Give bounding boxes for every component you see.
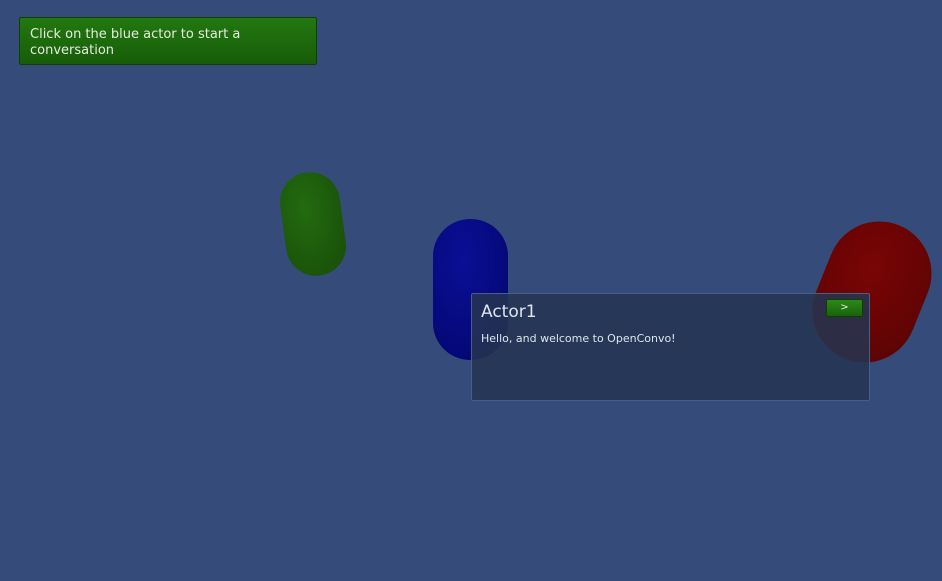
green-actor[interactable] [276,168,350,279]
dialog-message: Hello, and welcome to OpenConvo! [481,332,676,345]
instruction-text: Click on the blue actor to start a conve… [30,27,241,58]
game-scene [276,168,932,363]
next-button[interactable]: > [826,299,863,317]
speaker-name: Actor1 [481,302,537,322]
instruction-panel: Click on the blue actor to start a conve… [19,17,317,65]
conversation-dialog: Actor1 Hello, and welcome to OpenConvo! … [471,293,870,401]
